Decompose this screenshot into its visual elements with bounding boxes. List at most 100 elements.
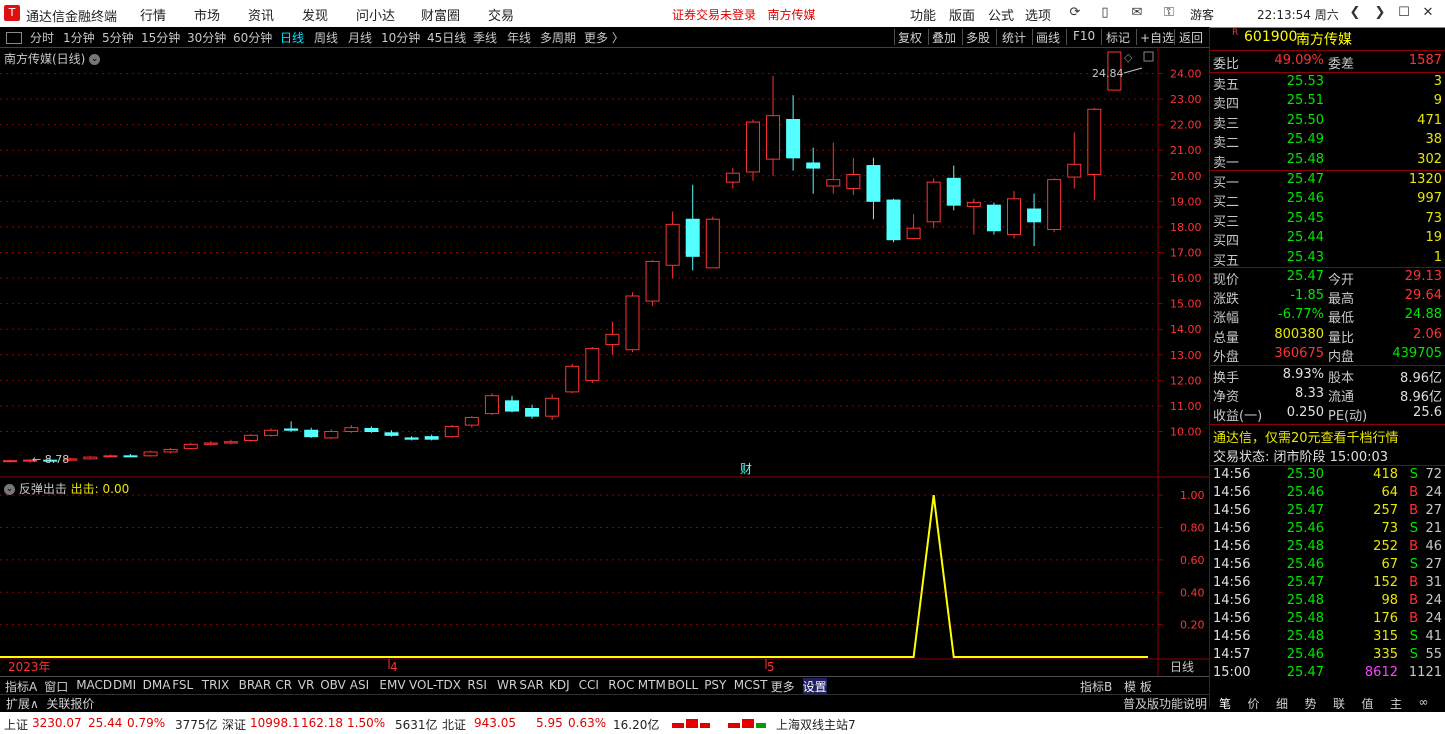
tool-tongji[interactable]: 统计 [1002, 29, 1026, 46]
menu-hangqing[interactable]: 行情 [140, 5, 166, 24]
period-monthly[interactable]: 月线 [348, 29, 372, 46]
quote-tab[interactable]: 主 [1390, 695, 1402, 712]
period-10min[interactable]: 10分钟 [381, 29, 420, 46]
indicator-tab[interactable]: EMV [379, 678, 405, 692]
quote-tab[interactable]: 细 [1276, 695, 1288, 712]
chevron-down-icon[interactable]: ⌄ [89, 54, 101, 65]
menu-caifuquan[interactable]: 财富圈 [421, 5, 460, 24]
period-more[interactable]: 更多 〉 [584, 29, 624, 46]
chevron-down-icon[interactable]: ⌄ [4, 484, 15, 495]
collapse-icon[interactable] [6, 32, 22, 44]
finance-marker[interactable]: 财 [740, 462, 752, 476]
user-status[interactable]: 游客 [1190, 6, 1214, 23]
indicator-tab[interactable]: MCST [734, 678, 768, 692]
indicator-tab[interactable]: OBV [320, 678, 346, 692]
period-60min[interactable]: 60分钟 [233, 29, 272, 46]
tool-diejia[interactable]: 叠加 [932, 29, 956, 46]
quote-tab[interactable]: 势 [1305, 695, 1317, 712]
period-multi[interactable]: 多周期 [540, 29, 576, 46]
quote-tab[interactable]: ∞ [1419, 695, 1429, 709]
tool-f10[interactable]: F10 [1073, 29, 1095, 43]
indicator-tab[interactable]: CR [275, 678, 292, 692]
quote-tab[interactable]: 价 [1248, 695, 1260, 712]
lock-icon[interactable]: ⚿ [1160, 5, 1178, 21]
expand-related-quote[interactable]: 扩展∧ 关联报价 [6, 695, 94, 712]
indicator-tab[interactable]: MTM [638, 678, 666, 692]
menu-shichang[interactable]: 市场 [194, 5, 220, 24]
period-1min[interactable]: 1分钟 [63, 29, 95, 46]
tool-duogu[interactable]: 多股 [966, 29, 990, 46]
indicator-tab[interactable]: TRIX [202, 678, 229, 692]
period-year[interactable]: 年线 [507, 29, 531, 46]
market-breadth-icon[interactable] [672, 715, 712, 731]
indicator-tab[interactable]: WR [497, 678, 517, 692]
indicator-tab[interactable]: FSL [172, 678, 193, 692]
period-fenshi[interactable]: 分时 [30, 29, 54, 46]
promo-text[interactable]: 通达信，仅需20元查看千档行情 [1213, 427, 1399, 446]
period-30min[interactable]: 30分钟 [187, 29, 226, 46]
period-quarter[interactable]: 季线 [473, 29, 497, 46]
indicator-tab[interactable]: DMI [113, 678, 136, 692]
close-icon[interactable]: ✕ [1418, 4, 1438, 22]
indicator-side-tab[interactable]: 指标B [1080, 678, 1112, 695]
quote-tab[interactable]: 值 [1362, 695, 1374, 712]
period-daily[interactable]: 日线 [280, 29, 304, 46]
indicator-tab[interactable]: CCI [579, 678, 599, 692]
indicator-tab[interactable]: DMA [143, 678, 171, 692]
feature-description-link[interactable]: 普及版功能说明 [1123, 695, 1207, 712]
indicator-tab[interactable]: VR [298, 678, 315, 692]
period-5min[interactable]: 5分钟 [102, 29, 134, 46]
kline-chart[interactable]: 24.00 23.00 22.00 21.00 20.00 19.00 18.00 17.00… [0, 47, 1209, 676]
quote-tab[interactable]: 笔 [1219, 695, 1231, 712]
menu-gongneng[interactable]: 功能 [910, 5, 936, 24]
indicator-tab[interactable]: 更多 [771, 678, 795, 695]
period-weekly[interactable]: 周线 [314, 29, 338, 46]
back-icon[interactable]: ❮ [1345, 4, 1365, 22]
indicator-side-tab[interactable]: 模 板 [1124, 678, 1152, 695]
bz-label[interactable]: 北证 [442, 716, 466, 733]
indicator-tab[interactable]: RSI [467, 678, 487, 692]
indicator-tab[interactable]: 设置 [802, 678, 827, 695]
tool-huaxian[interactable]: 画线 [1036, 29, 1060, 46]
menu-xuanxiang[interactable]: 选项 [1025, 5, 1051, 24]
tool-fuquan[interactable]: 复权 [898, 29, 922, 46]
window-icon[interactable] [1143, 51, 1154, 62]
server-name[interactable]: 上海双线主站7 [776, 716, 856, 733]
period-45day[interactable]: 45日线 [427, 29, 466, 46]
tick-volume: 418 [1373, 467, 1398, 482]
indicator-tab[interactable]: ROC [608, 678, 634, 692]
tool-back[interactable]: 返回 [1179, 29, 1203, 46]
indicator-tab[interactable]: 指标A [5, 678, 37, 695]
indicator-tab[interactable]: KDJ [549, 678, 570, 692]
indicator-tab[interactable]: PSY [704, 678, 726, 692]
quote-tab[interactable]: 联 [1333, 695, 1345, 712]
menu-zixun[interactable]: 资讯 [248, 5, 274, 24]
mail-icon[interactable]: ✉ [1128, 5, 1146, 21]
menu-jiaoyi[interactable]: 交易 [488, 5, 514, 24]
menu-gongshi[interactable]: 公式 [988, 5, 1014, 24]
maximize-icon[interactable]: ☐ [1394, 4, 1414, 22]
indicator-tab[interactable]: 窗口 [44, 678, 68, 695]
indicator-tab[interactable]: MACD [76, 678, 112, 692]
promo[interactable]: 通达信，仅需20元查看千档行情 [1210, 427, 1445, 446]
stat-label: 总量 [1213, 330, 1240, 346]
diamond-icon[interactable]: ◇ [1124, 51, 1133, 64]
period-15min[interactable]: 15分钟 [141, 29, 180, 46]
forward-icon[interactable]: ❯ [1370, 4, 1390, 22]
indicator-tab[interactable]: BOLL [667, 678, 698, 692]
tool-add-favorite[interactable]: +自选 [1140, 29, 1174, 46]
indicator-tab[interactable]: VOL-TDX [409, 678, 461, 692]
menu-banmian[interactable]: 版面 [949, 5, 975, 24]
sh-label[interactable]: 上证 [4, 716, 28, 733]
sz-label[interactable]: 深证 [222, 716, 246, 733]
menu-wenxiaoda[interactable]: 问小达 [356, 5, 395, 24]
trade-login-notice[interactable]: 证券交易未登录 南方传媒 [672, 6, 815, 23]
market-breadth-icon-2[interactable] [728, 715, 768, 731]
phone-icon[interactable]: ▯ [1096, 5, 1114, 21]
indicator-tab[interactable]: SAR [519, 678, 543, 692]
refresh-icon[interactable]: ⟳ [1066, 5, 1084, 21]
indicator-tab[interactable]: BRAR [239, 678, 272, 692]
indicator-tab[interactable]: ASI [350, 678, 369, 692]
tool-biaoji[interactable]: 标记 [1106, 29, 1130, 46]
menu-faxian[interactable]: 发现 [302, 5, 328, 24]
